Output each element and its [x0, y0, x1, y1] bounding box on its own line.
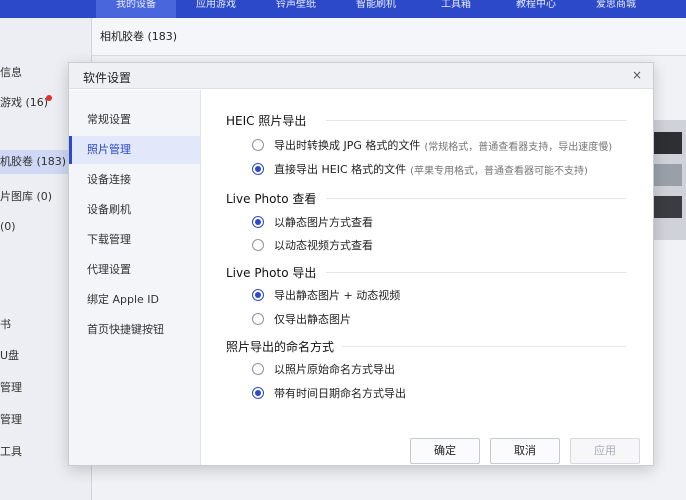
radio-view-video[interactable]: [252, 239, 264, 251]
tab-toolbox[interactable]: 工具箱: [416, 0, 496, 18]
option-convert-jpg[interactable]: 导出时转换成 JPG 格式的文件 (常规格式，普通查看器支持，导出速度慢): [252, 137, 612, 153]
section-divider: [326, 120, 626, 121]
sidebar-item-udisk[interactable]: U盘: [0, 347, 19, 363]
option-note: (常规格式，普通查看器支持，导出速度慢): [424, 141, 613, 153]
radio-export-heic[interactable]: [252, 163, 264, 175]
option-original-name[interactable]: 以照片原始命名方式导出: [252, 361, 395, 377]
photo-thumbnail[interactable]: [654, 164, 682, 186]
radio-original-name[interactable]: [252, 363, 264, 375]
option-label: 直接导出 HEIC 格式的文件: [274, 163, 407, 176]
photo-thumbnail[interactable]: [654, 132, 682, 154]
option-label: 导出时转换成 JPG 格式的文件: [274, 139, 421, 152]
option-export-heic[interactable]: 直接导出 HEIC 格式的文件 (苹果专用格式，普通查看器可能不支持): [252, 161, 588, 177]
sidebar-item-manage-1[interactable]: 管理: [0, 379, 22, 395]
tab-tutorials[interactable]: 教程中心: [496, 0, 576, 18]
section-title-heic-export: HEIC 照片导出: [226, 114, 307, 128]
option-label: 以动态视频方式查看: [274, 239, 373, 252]
sidebar-item-other[interactable]: (0): [0, 220, 16, 233]
cancel-button[interactable]: 取消: [490, 438, 560, 464]
sidebar-item-messages[interactable]: 信息: [0, 64, 22, 80]
nav-bind-apple-id[interactable]: 绑定 Apple ID: [69, 286, 200, 314]
option-export-both[interactable]: 导出静态图片 + 动态视频: [252, 287, 400, 303]
nav-device-connection[interactable]: 设备连接: [69, 166, 200, 194]
sidebar-item-photo-library[interactable]: 片图库 (0): [0, 188, 52, 204]
tab-store[interactable]: 爱思商城: [576, 0, 656, 18]
option-label: 导出静态图片 + 动态视频: [274, 289, 401, 302]
radio-export-static-only[interactable]: [252, 313, 264, 325]
nav-proxy-settings[interactable]: 代理设置: [69, 256, 200, 284]
photo-thumbnail-strip: [652, 120, 686, 240]
tab-apps-games[interactable]: 应用游戏: [176, 0, 256, 18]
section-title-naming: 照片导出的命名方式: [226, 340, 335, 354]
radio-export-both[interactable]: [252, 289, 264, 301]
tab-my-device[interactable]: 我的设备: [96, 0, 176, 18]
nav-general-settings[interactable]: 常规设置: [69, 106, 200, 134]
sidebar-item-manage-2[interactable]: 管理: [0, 411, 22, 427]
ok-button[interactable]: 确定: [410, 438, 480, 464]
tab-camera-roll[interactable]: 相机胶卷 (183): [100, 28, 177, 44]
option-datetime-name[interactable]: 带有时间日期命名方式导出: [252, 385, 406, 401]
section-divider: [342, 346, 626, 347]
photo-thumbnail[interactable]: [654, 196, 682, 218]
section-title-live-photo-view: Live Photo 查看: [226, 192, 317, 206]
settings-content: HEIC 照片导出 导出时转换成 JPG 格式的文件 (常规格式，普通查看器支持…: [202, 90, 653, 465]
sidebar-item-games[interactable]: 游戏 (16): [0, 94, 48, 110]
option-label: 以照片原始命名方式导出: [274, 363, 395, 376]
dialog-title: 软件设置: [83, 71, 132, 85]
option-view-video[interactable]: 以动态视频方式查看: [252, 237, 373, 253]
radio-view-static[interactable]: [252, 216, 264, 228]
option-view-static[interactable]: 以静态图片方式查看: [252, 214, 373, 230]
section-divider: [326, 198, 626, 199]
nav-device-flash[interactable]: 设备刷机: [69, 196, 200, 224]
option-label: 以静态图片方式查看: [274, 216, 373, 229]
sidebar-item-tools[interactable]: 工具: [0, 443, 22, 459]
radio-datetime-name[interactable]: [252, 387, 264, 399]
option-note: (苹果专用格式，普通查看器可能不支持): [410, 165, 588, 177]
sub-tab-bar: 相机胶卷 (183): [92, 18, 686, 56]
radio-convert-jpg[interactable]: [252, 139, 264, 151]
top-tabs: 我的设备 应用游戏 铃声壁纸 智能刷机 工具箱 教程中心 爱思商城: [96, 0, 656, 18]
close-icon[interactable]: ×: [629, 67, 645, 83]
sidebar-item-books[interactable]: 书: [0, 316, 11, 332]
notification-badge: [46, 95, 52, 101]
section-title-live-photo-export: Live Photo 导出: [226, 266, 317, 280]
dialog-header: 软件设置 ×: [69, 63, 653, 89]
apply-button[interactable]: 应用: [570, 438, 640, 464]
settings-nav: 常规设置 照片管理 设备连接 设备刷机 下载管理 代理设置 绑定 Apple I…: [69, 90, 201, 465]
tab-ringtones-wallpapers[interactable]: 铃声壁纸: [256, 0, 336, 18]
section-divider: [326, 272, 626, 273]
option-label: 带有时间日期命名方式导出: [274, 387, 406, 400]
nav-home-shortcut-buttons[interactable]: 首页快捷键按钮: [69, 316, 200, 344]
nav-download-management[interactable]: 下载管理: [69, 226, 200, 254]
top-navigation-bar: 我的设备 应用游戏 铃声壁纸 智能刷机 工具箱 教程中心 爱思商城: [0, 0, 686, 18]
option-export-static-only[interactable]: 仅导出静态图片: [252, 311, 351, 327]
option-label: 仅导出静态图片: [274, 313, 351, 326]
nav-photo-management[interactable]: 照片管理: [69, 136, 200, 164]
tab-smart-flash[interactable]: 智能刷机: [336, 0, 416, 18]
settings-dialog: 软件设置 × 常规设置 照片管理 设备连接 设备刷机 下载管理 代理设置 绑定 …: [68, 62, 654, 466]
